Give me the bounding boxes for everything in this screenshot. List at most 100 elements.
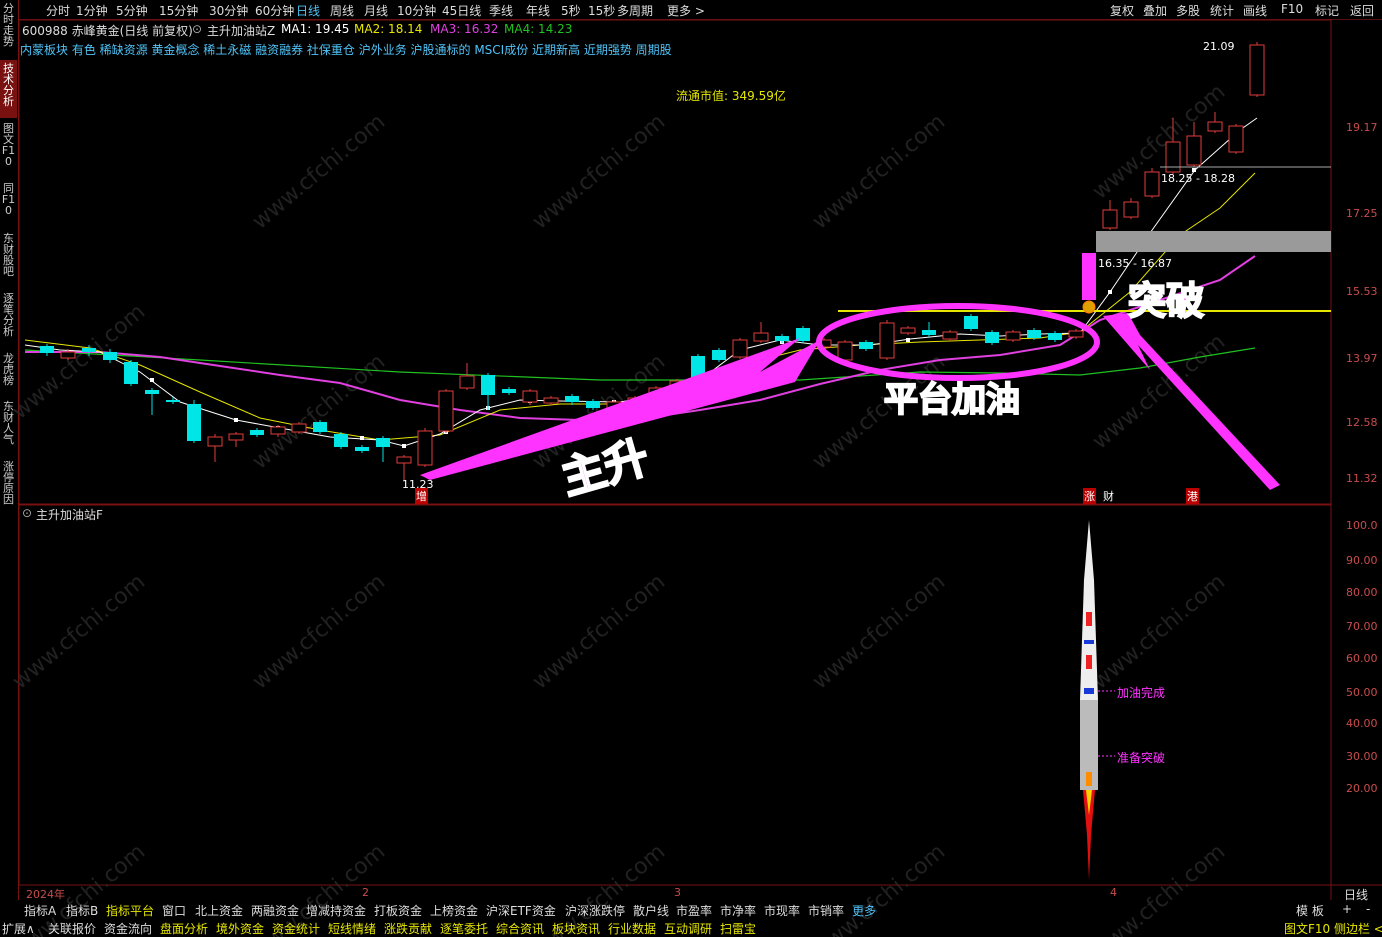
candle-body-up: [753, 332, 769, 342]
lower-tick: 100.0: [1346, 519, 1378, 532]
candle-body-up: [291, 423, 307, 433]
tab-row1-11[interactable]: 散户线: [633, 902, 669, 919]
period-label[interactable]: 日线: [1344, 886, 1368, 903]
tab-row1-right-2[interactable]: -: [1366, 902, 1370, 916]
tab-row2-6[interactable]: 短线情绪: [328, 920, 376, 937]
tab-row1-10[interactable]: 沪深涨跌停: [565, 902, 625, 919]
candle-body-down: [187, 404, 201, 441]
candle-body-down: [586, 401, 600, 408]
tab-row1-right-0[interactable]: 模 板: [1296, 902, 1324, 919]
tab-row1-1[interactable]: 指标B: [66, 902, 98, 919]
candle-body-up: [837, 341, 853, 361]
candle-body-up: [228, 433, 244, 441]
time-m2: 2: [362, 886, 369, 899]
tab-row1-9[interactable]: 沪深ETF资金: [486, 902, 556, 919]
ma1-dot: [360, 436, 364, 440]
tab-row1-8[interactable]: 上榜资金: [430, 902, 478, 919]
label-ready-break: 准备突破: [1117, 751, 1166, 765]
lower-tick: 80.00: [1346, 586, 1378, 599]
candle-body-down: [334, 434, 348, 447]
watermark-text: www.cfchi.com: [248, 109, 390, 234]
tab-row1-16[interactable]: 更多: [852, 902, 876, 919]
zone2-label: 16.35 - 16.87: [1098, 257, 1172, 270]
candle-body-up: [207, 436, 223, 447]
tab-row2-9[interactable]: 综合资讯: [496, 920, 544, 937]
tab-row2-12[interactable]: 互动调研: [664, 920, 712, 937]
tab-row2-7[interactable]: 涨跌贡献: [384, 920, 432, 937]
tab-row1-13[interactable]: 市净率: [720, 902, 756, 919]
candle-body-down: [985, 332, 999, 343]
lower-tick: 40.00: [1346, 717, 1378, 730]
candle-body-down: [166, 400, 180, 402]
tab-row2-10[interactable]: 板块资讯: [552, 920, 600, 937]
tab-row2-0[interactable]: 扩展∧: [2, 920, 35, 937]
candle-body-up: [1207, 121, 1223, 132]
watermark-text: www.cfchi.com: [1088, 329, 1230, 454]
tab-row1-7[interactable]: 打板资金: [374, 902, 422, 919]
ma1-dot: [234, 418, 238, 422]
candle-body-up: [1102, 209, 1118, 229]
lower-chevron-icon[interactable]: ⊙: [22, 506, 32, 520]
lower-panel-title[interactable]: 主升加油站F: [36, 506, 103, 523]
lower-tick: 70.00: [1346, 620, 1378, 633]
candle-body-down: [124, 362, 138, 384]
tab-row1-12[interactable]: 市盈率: [676, 902, 712, 919]
watermark-text: www.cfchi.com: [808, 109, 950, 234]
tab-row1-right-1[interactable]: +: [1342, 902, 1352, 916]
tab-row1-14[interactable]: 市现率: [764, 902, 800, 919]
time-year: 2024年: [26, 888, 65, 901]
ma1-dot: [150, 378, 154, 382]
sidebar-toggle[interactable]: 图文F10 侧边栏 <: [1284, 920, 1382, 937]
candle-body-up: [732, 339, 748, 358]
candle-body-up: [1068, 330, 1084, 338]
price-tick: 15.53: [1346, 285, 1378, 298]
ma1-dot: [402, 444, 406, 448]
lower-tick: 90.00: [1346, 554, 1378, 567]
tab-row1-0[interactable]: 指标A: [24, 902, 56, 919]
candle-body-up: [1144, 171, 1160, 197]
tab-row1-15[interactable]: 市销率: [808, 902, 844, 919]
annotation-breakout: 突破: [1127, 278, 1205, 324]
candle-body-down: [145, 390, 159, 394]
tab-row1-4[interactable]: 北上资金: [195, 902, 243, 919]
tab-row1-6[interactable]: 增减持资金: [306, 902, 366, 919]
candle-body-down: [922, 330, 936, 335]
tab-row1-5[interactable]: 两融资金: [251, 902, 299, 919]
rocket-stripe: [1086, 772, 1092, 786]
watermark-text: www.cfchi.com: [808, 839, 950, 937]
candle-body-up: [438, 390, 454, 432]
marker-cai[interactable]: 财: [1103, 488, 1114, 504]
candle-body-down: [313, 422, 327, 432]
zone1-label: 18.25 - 18.28: [1161, 172, 1235, 185]
marker-zeng[interactable]: 增: [415, 488, 428, 504]
candle-body-up: [417, 430, 433, 466]
candle-body-up: [1249, 44, 1265, 96]
ma1-dot: [1108, 290, 1112, 294]
tab-row2-3[interactable]: 盘面分析: [160, 920, 208, 937]
tab-row1-3[interactable]: 窗口: [162, 902, 186, 919]
tab-row2-8[interactable]: 逐笔委托: [440, 920, 488, 937]
tab-row2-5[interactable]: 资金统计: [272, 920, 320, 937]
tab-row2-4[interactable]: 境外资金: [216, 920, 264, 937]
tab-row2-11[interactable]: 行业数据: [608, 920, 656, 937]
candle-body-down: [964, 316, 978, 329]
marker-zhang[interactable]: 涨: [1083, 488, 1096, 504]
tab-row1-2[interactable]: 指标平台: [106, 902, 154, 919]
watermark: www.cfchi.com www.cfchi.com www.cfchi.com w…: [8, 79, 1230, 937]
rocket-stripe: [1084, 688, 1094, 694]
candle-body-up: [543, 397, 559, 404]
candle-body-up: [459, 375, 475, 389]
tab-row2-13[interactable]: 扫雷宝: [720, 920, 756, 937]
tab-row2-2[interactable]: 资金流向: [104, 920, 152, 937]
watermark-text: www.cfchi.com: [248, 349, 390, 474]
candle-body-down: [1027, 330, 1041, 338]
marker-gang[interactable]: 港: [1186, 488, 1199, 504]
breakout-dot-icon: [1082, 300, 1096, 314]
ma-line-1: [25, 255, 1256, 422]
tab-row2-1[interactable]: 关联报价: [48, 920, 96, 937]
price-tick: 12.58: [1346, 416, 1378, 429]
watermark-text: www.cfchi.com: [248, 569, 390, 694]
breakout-signal-bar: [1082, 253, 1096, 300]
candle-body-up: [60, 351, 76, 359]
candle-body-down: [859, 342, 873, 349]
